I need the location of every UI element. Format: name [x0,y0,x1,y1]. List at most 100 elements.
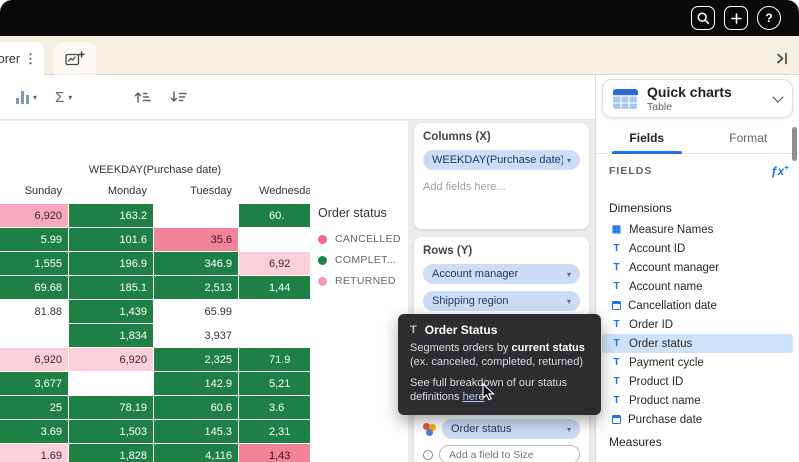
table-cell[interactable]: 5,21 [239,372,310,395]
sort-ascending-button[interactable] [134,90,152,104]
pill-order-status[interactable]: Order status ▾ [442,419,580,439]
column-header-tuesday[interactable]: Tuesday [154,185,238,201]
table-cell[interactable]: 6,920 [0,204,68,227]
field-item-measure-names[interactable]: ▦Measure Names [602,220,793,239]
table-row: 3.691,503145.32,31 [0,420,310,443]
table-cell[interactable] [239,228,310,251]
table-cell[interactable]: 145.3 [154,420,238,443]
table-cell[interactable]: 78.19 [69,396,153,419]
table-cell[interactable]: 25 [0,396,68,419]
table-cell[interactable]: 163.2 [69,204,153,227]
add-button[interactable] [724,6,748,30]
table-cell[interactable] [69,372,153,395]
field-item-order-status[interactable]: TOrder status [602,334,793,353]
field-item-account-manager[interactable]: TAccount manager [602,258,793,277]
text-field-icon: T [611,376,622,387]
table-cell[interactable] [0,324,68,347]
field-item-order-id[interactable]: TOrder ID [602,315,793,334]
column-header-wednesday[interactable]: Wednesday [239,185,310,201]
table-cell[interactable]: 65.99 [154,300,238,323]
table-cell[interactable]: 1,503 [69,420,153,443]
pill-weekday-purchase-date[interactable]: WEEKDAY(Purchase date) ▾ [423,150,580,170]
table-cell[interactable]: 1,555 [0,252,68,275]
expand-panel-button[interactable] [770,47,792,69]
table-cell[interactable]: 142.9 [154,372,238,395]
legend-item[interactable]: COMPLET... [318,254,401,266]
table-cell[interactable]: 81.88 [0,300,68,323]
field-item-account-id[interactable]: TAccount ID [602,239,793,258]
field-item-product-id[interactable]: TProduct ID [602,372,793,391]
tab-fields[interactable]: Fields [596,124,698,153]
table-row: 6,9206,9202,32571.9 [0,348,310,371]
table-cell[interactable]: 3,677 [0,372,68,395]
field-item-cancellation-date[interactable]: Cancellation date [602,296,793,315]
quick-charts-selector[interactable]: Quick charts Table [602,79,793,118]
table-cell[interactable]: 196.9 [69,252,153,275]
table-cell[interactable]: 3,937 [154,324,238,347]
sort-descending-icon [170,90,188,104]
column-header-monday[interactable]: Monday [69,185,153,201]
columns-drop-hint[interactable]: Add fields here... [423,181,580,193]
table-cell[interactable]: 60.6 [154,396,238,419]
sigma-icon: Σ [55,89,64,106]
aggregation-button[interactable]: Σ ▾ [55,89,72,106]
table-cell[interactable]: 3.6 [239,396,310,419]
field-item-product-name[interactable]: TProduct name [602,391,793,410]
tab-menu-icon[interactable]: ⋮ [21,51,40,67]
chevron-down-icon[interactable]: ▾ [567,270,571,279]
table-cell[interactable]: 346.9 [154,252,238,275]
table-cell[interactable]: 6,92 [239,252,310,275]
measures-label: Measures [609,435,662,449]
table-cell[interactable]: 185.1 [69,276,153,299]
pill-account-manager[interactable]: Account manager ▾ [423,264,580,284]
sort-descending-button[interactable] [170,90,188,104]
legend-item[interactable]: RETURNED [318,275,401,287]
field-item-payment-cycle[interactable]: TPayment cycle [602,353,793,372]
create-calculation-button[interactable]: ƒx+ [771,163,789,178]
text-field-icon: T [611,357,622,368]
table-header-row: SundayMondayTuesdayWednesday [0,185,310,201]
table-cell[interactable]: 5.99 [0,228,68,251]
size-field-input[interactable] [439,445,580,462]
table-cell[interactable]: 1,43 [239,444,310,462]
table-cell[interactable]: 69.68 [0,276,68,299]
table-cell[interactable]: 4,116 [154,444,238,462]
table-cell[interactable]: 60. [239,204,310,227]
table-cell[interactable]: 6,920 [69,348,153,371]
table-cell[interactable]: 71.9 [239,348,310,371]
table-cell[interactable] [239,300,310,323]
field-item-account-name[interactable]: TAccount name [602,277,793,296]
table-cell[interactable]: 1.69 [0,444,68,462]
table-cell[interactable]: 3.69 [0,420,68,443]
legend-swatch-icon [318,235,327,244]
new-worksheet-tab[interactable] [54,42,96,75]
column-header-sunday[interactable]: Sunday [0,185,68,201]
field-item-purchase-date[interactable]: Purchase date [602,410,793,429]
chevron-down-icon[interactable]: ▾ [567,156,571,165]
scrollbar-thumb[interactable] [792,127,797,161]
table-cell[interactable] [239,324,310,347]
table-cell[interactable]: 1,44 [239,276,310,299]
table-cell[interactable]: 2,31 [239,420,310,443]
legend-label: CANCELLED [335,233,401,245]
table-cell[interactable]: 2,513 [154,276,238,299]
table-cell[interactable]: 6,920 [0,348,68,371]
table-cell[interactable]: 1,834 [69,324,153,347]
table-cell[interactable]: 2,325 [154,348,238,371]
help-button[interactable]: ? [757,6,781,30]
table-cell[interactable]: 1,439 [69,300,153,323]
legend-item[interactable]: CANCELLED [318,233,401,245]
table-cell[interactable]: 101.6 [69,228,153,251]
caret-down-icon: ▾ [68,93,72,102]
chart-type-button[interactable]: ▾ [16,91,37,104]
search-button[interactable] [691,6,715,30]
table-cell[interactable] [154,204,238,227]
chevron-down-icon[interactable]: ▾ [567,425,571,434]
tab-format[interactable]: Format [698,124,799,153]
pill-shipping-region[interactable]: Shipping region ▾ [423,291,580,311]
table-cell[interactable]: 1,828 [69,444,153,462]
tab-explorer[interactable]: Explorer ⋮ [0,42,44,75]
table-cell[interactable]: 35.6 [154,228,238,251]
chevron-down-icon[interactable]: ▾ [567,297,571,306]
tab-bar: Explorer ⋮ [0,36,799,75]
